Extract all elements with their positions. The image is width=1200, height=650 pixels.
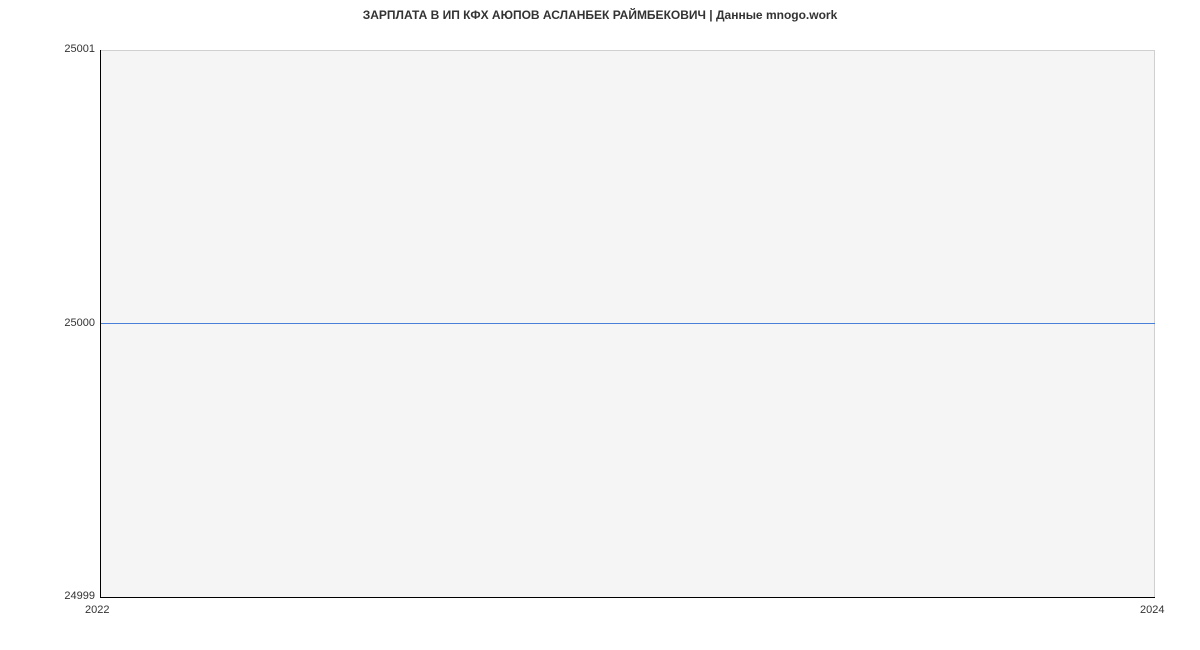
x-axis-line xyxy=(100,597,1155,598)
y-axis-line xyxy=(100,50,101,597)
chart-title: ЗАРПЛАТА В ИП КФХ АЮПОВ АСЛАНБЕК РАЙМБЕК… xyxy=(0,8,1200,22)
x-tick-label: 2022 xyxy=(85,604,109,616)
y-tick-label: 24999 xyxy=(5,590,95,602)
data-line xyxy=(100,323,1155,324)
y-tick-label: 25000 xyxy=(5,317,95,329)
y-tick-label: 25001 xyxy=(5,43,95,55)
x-tick-label: 2024 xyxy=(1140,604,1164,616)
